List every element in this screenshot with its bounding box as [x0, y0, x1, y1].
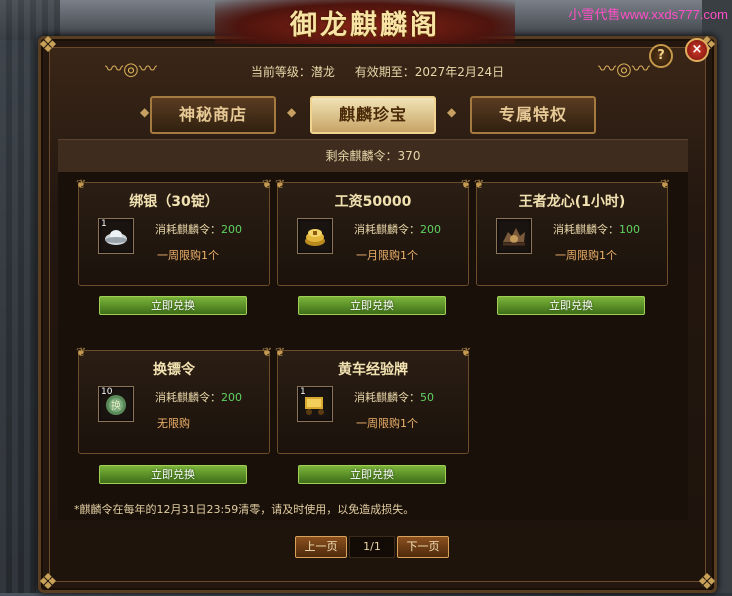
item-slot[interactable]	[297, 218, 333, 254]
item-cost: 消耗麒麟令：100	[553, 223, 640, 236]
purchase-limit: 一周限购1个	[356, 417, 418, 430]
card-ornament-icon: ❦	[275, 345, 286, 359]
silver-ingot-icon	[105, 230, 127, 245]
exchange-button[interactable]: 立即兑换	[99, 296, 247, 315]
item-card: ❦ ❦ 工资50000 消耗麒麟令：200 一月限购1个	[275, 177, 471, 286]
corner-ornament-icon: ❖	[38, 570, 58, 595]
cost-value: 100	[619, 223, 640, 236]
purchase-limit: 无限购	[157, 417, 190, 430]
gold-coins-icon	[305, 229, 325, 246]
card-ornament-icon: ❦	[261, 177, 272, 191]
item-name: 工资50000	[334, 194, 412, 210]
corner-ornament-icon: ❖	[38, 33, 58, 58]
item-card: ❦ ❦ 绑银（30锭） 1 消耗麒麟令：200 一周限购1个	[76, 177, 272, 286]
status-line: 当前等级：潜龙 有效期至：2027年2月24日	[41, 63, 714, 80]
help-button[interactable]: ?	[649, 44, 673, 68]
item-cost: 消耗麒麟令：200	[155, 223, 242, 236]
card-ornament-icon: ❦	[76, 345, 87, 359]
purchase-limit: 一周限购1个	[157, 249, 219, 262]
card-ornament-icon: ❦	[261, 345, 272, 359]
tab-ornament-icon: ◆	[447, 105, 457, 119]
item-card: ❦ ❦ 换镖令 10 换 消耗麒麟令：200 无限购	[76, 345, 272, 454]
close-button[interactable]: ×	[685, 38, 709, 62]
cost-value: 200	[221, 223, 242, 236]
tab-ornament-icon: ◆	[287, 105, 297, 119]
next-page-button[interactable]: 下一页	[397, 536, 449, 558]
exchange-button[interactable]: 立即兑换	[99, 465, 247, 484]
tab-qilin-treasure[interactable]: 麒麟珍宝	[310, 96, 436, 134]
corner-ornament-icon: ❖	[697, 570, 717, 595]
item-count: 10	[101, 387, 113, 397]
dragon-heart-icon	[503, 228, 525, 246]
exchange-button[interactable]: 立即兑换	[298, 296, 446, 315]
card-ornament-icon: ❦	[460, 177, 471, 191]
cost-value: 50	[420, 391, 434, 404]
tab-exclusive-privilege[interactable]: 专属特权	[470, 96, 596, 134]
item-cost: 消耗麒麟令：50	[354, 391, 434, 404]
tab-bar: ◆ 神秘商店 ◆ 麒麟珍宝 ◆ 专属特权	[140, 96, 596, 134]
item-name: 绑银（30锭）	[129, 194, 219, 210]
item-cost: 消耗麒麟令：200	[155, 391, 242, 404]
item-slot[interactable]: 1	[297, 386, 333, 422]
expiry-date: 有效期至：2027年2月24日	[354, 65, 505, 79]
item-count: 1	[101, 219, 107, 229]
item-slot[interactable]: 1	[98, 218, 134, 254]
reset-notice: *麒麟令在每年的12月31日23:59清零，请及时使用，以免造成损失。	[74, 503, 415, 516]
prev-page-button[interactable]: 上一页	[295, 536, 347, 558]
item-cost: 消耗麒麟令：200	[354, 223, 441, 236]
page-indicator: 1/1	[349, 536, 395, 558]
item-slot[interactable]	[496, 218, 532, 254]
card-ornament-icon: ❦	[76, 177, 87, 191]
watermark: 小雪代售www.xxds777.com	[568, 7, 728, 22]
title-plaque: 御龙麒麟阁	[215, 0, 515, 44]
svg-text:换: 换	[111, 399, 121, 412]
window-title: 御龙麒麟阁	[290, 9, 440, 41]
item-name: 换镖令	[153, 362, 195, 378]
exchange-button[interactable]: 立即兑换	[298, 465, 446, 484]
exchange-button[interactable]: 立即兑换	[497, 296, 645, 315]
item-name: 黄车经验牌	[338, 362, 408, 378]
card-ornament-icon: ❦	[474, 177, 485, 191]
card-ornament-icon: ❦	[275, 177, 286, 191]
card-ornament-icon: ❦	[460, 345, 471, 359]
cost-value: 200	[221, 391, 242, 404]
tab-mystery-shop[interactable]: 神秘商店	[150, 96, 276, 134]
cost-value: 200	[420, 223, 441, 236]
item-count: 1	[300, 387, 306, 397]
remaining-tokens: 剩余麒麟令：370	[58, 139, 688, 173]
item-name: 王者龙心(1小时)	[518, 194, 626, 210]
item-card: ❦ ❦ 黄车经验牌 1 消耗麒麟令：50 一周限购1个	[275, 345, 471, 454]
item-slot[interactable]: 10 换	[98, 386, 134, 422]
purchase-limit: 一周限购1个	[555, 249, 617, 262]
purchase-limit: 一月限购1个	[356, 249, 418, 262]
item-card: ❦ ❦ 王者龙心(1小时) 消耗麒麟令：100 一周限购1个	[474, 177, 670, 286]
current-level: 当前等级：潜龙	[250, 65, 335, 79]
tab-ornament-icon: ◆	[140, 105, 150, 119]
card-ornament-icon: ❦	[659, 177, 670, 191]
